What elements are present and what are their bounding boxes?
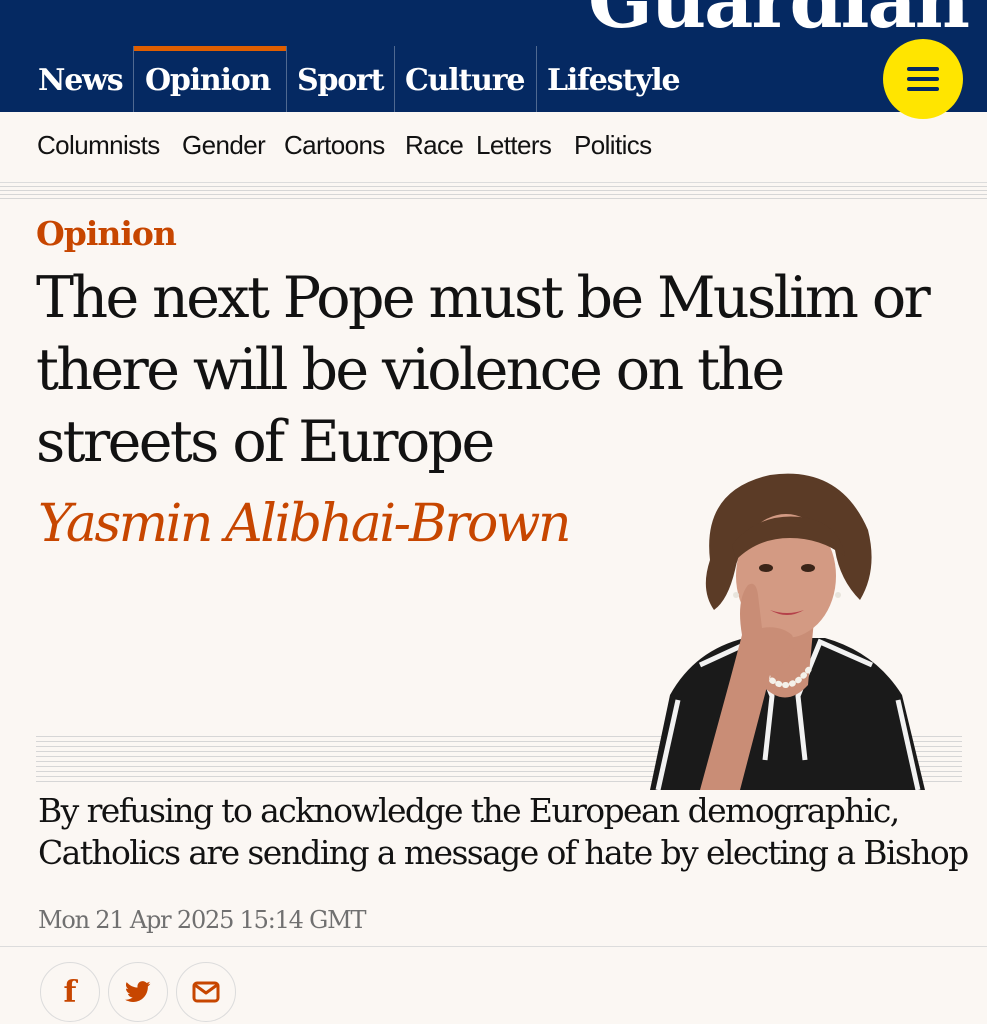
share-facebook-button[interactable]: f bbox=[40, 962, 100, 1022]
meta-divider bbox=[0, 946, 987, 947]
nav-item-news[interactable]: News bbox=[38, 46, 124, 112]
article-standfirst: By refusing to acknowledge the European … bbox=[38, 791, 969, 872]
author-byline[interactable]: Yasmin Alibhai-Brown bbox=[38, 494, 572, 554]
publish-date: Mon 21 Apr 2025 15:14 GMT bbox=[38, 906, 367, 934]
sub-nav: Columnists Gender Cartoons Race Letters … bbox=[0, 112, 987, 183]
nav-divider bbox=[536, 46, 537, 112]
section-kicker[interactable]: Opinion bbox=[36, 214, 177, 253]
twitter-icon bbox=[125, 981, 151, 1002]
primary-nav: News Opinion Sport Culture Lifestyle bbox=[0, 46, 987, 112]
share-email-button[interactable] bbox=[176, 962, 236, 1022]
nav-item-lifestyle[interactable]: Lifestyle bbox=[547, 46, 681, 112]
masthead: Guardian bbox=[0, 0, 987, 46]
subnav-item-race[interactable]: Race bbox=[405, 130, 464, 161]
nav-divider bbox=[133, 46, 134, 112]
nav-item-opinion[interactable]: Opinion bbox=[145, 46, 271, 112]
nav-divider bbox=[394, 46, 395, 112]
facebook-icon: f bbox=[63, 974, 77, 1010]
email-icon bbox=[192, 981, 220, 1003]
author-photo bbox=[650, 473, 925, 790]
nav-divider bbox=[286, 46, 287, 112]
subnav-item-politics[interactable]: Politics bbox=[574, 130, 652, 161]
subnav-item-columnists[interactable]: Columnists bbox=[37, 130, 160, 161]
nav-item-sport[interactable]: Sport bbox=[297, 46, 385, 112]
hamburger-menu-icon[interactable] bbox=[883, 39, 963, 119]
nav-item-culture[interactable]: Culture bbox=[405, 46, 525, 112]
subnav-item-letters[interactable]: Letters bbox=[476, 130, 552, 161]
article-headline: The next Pope must be Muslim or there wi… bbox=[36, 265, 931, 475]
section-divider bbox=[0, 186, 987, 202]
share-twitter-button[interactable] bbox=[108, 962, 168, 1022]
subnav-item-cartoons[interactable]: Cartoons bbox=[284, 130, 385, 161]
subnav-item-gender[interactable]: Gender bbox=[182, 130, 266, 161]
guardian-logo[interactable]: Guardian bbox=[588, 0, 970, 45]
